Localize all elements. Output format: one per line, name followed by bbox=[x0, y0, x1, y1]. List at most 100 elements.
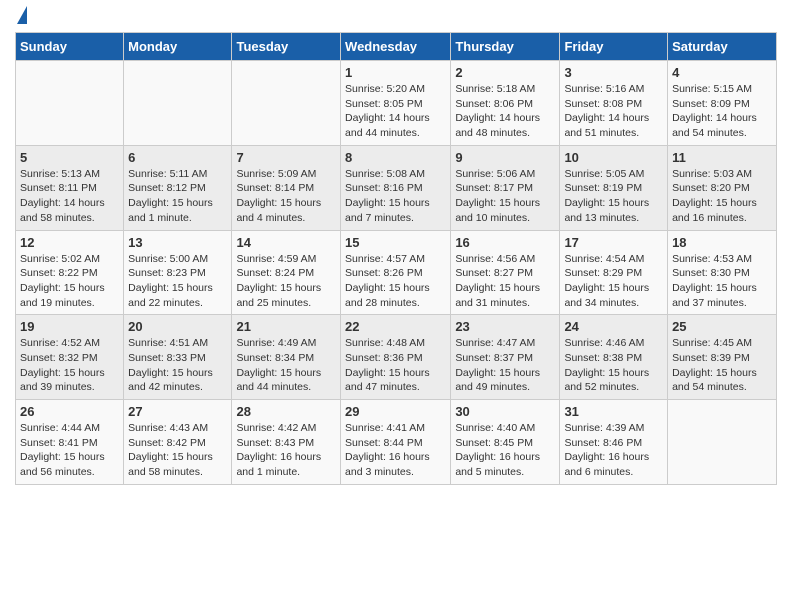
day-number: 18 bbox=[672, 235, 772, 250]
day-number: 25 bbox=[672, 319, 772, 334]
day-number: 28 bbox=[236, 404, 336, 419]
day-info: Sunrise: 5:09 AM Sunset: 8:14 PM Dayligh… bbox=[236, 167, 336, 226]
day-number: 31 bbox=[564, 404, 663, 419]
day-info: Sunrise: 5:02 AM Sunset: 8:22 PM Dayligh… bbox=[20, 252, 119, 311]
day-info: Sunrise: 5:11 AM Sunset: 8:12 PM Dayligh… bbox=[128, 167, 227, 226]
week-row-5: 26 Sunrise: 4:44 AM Sunset: 8:41 PM Dayli… bbox=[16, 400, 777, 485]
day-info: Sunrise: 4:46 AM Sunset: 8:38 PM Dayligh… bbox=[564, 336, 663, 395]
day-cell bbox=[232, 61, 341, 146]
day-cell bbox=[16, 61, 124, 146]
day-number: 9 bbox=[455, 150, 555, 165]
day-number: 29 bbox=[345, 404, 446, 419]
week-row-1: 1 Sunrise: 5:20 AM Sunset: 8:05 PM Daylig… bbox=[16, 61, 777, 146]
day-number: 22 bbox=[345, 319, 446, 334]
day-info: Sunrise: 5:13 AM Sunset: 8:11 PM Dayligh… bbox=[20, 167, 119, 226]
day-number: 6 bbox=[128, 150, 227, 165]
day-cell: 20 Sunrise: 4:51 AM Sunset: 8:33 PM Dayli… bbox=[124, 315, 232, 400]
column-header-monday: Monday bbox=[124, 33, 232, 61]
day-cell: 11 Sunrise: 5:03 AM Sunset: 8:20 PM Dayli… bbox=[668, 145, 777, 230]
day-number: 12 bbox=[20, 235, 119, 250]
day-info: Sunrise: 5:16 AM Sunset: 8:08 PM Dayligh… bbox=[564, 82, 663, 141]
day-number: 2 bbox=[455, 65, 555, 80]
day-number: 3 bbox=[564, 65, 663, 80]
day-info: Sunrise: 4:57 AM Sunset: 8:26 PM Dayligh… bbox=[345, 252, 446, 311]
day-info: Sunrise: 4:53 AM Sunset: 8:30 PM Dayligh… bbox=[672, 252, 772, 311]
column-header-wednesday: Wednesday bbox=[341, 33, 451, 61]
day-cell: 14 Sunrise: 4:59 AM Sunset: 8:24 PM Dayli… bbox=[232, 230, 341, 315]
day-info: Sunrise: 5:15 AM Sunset: 8:09 PM Dayligh… bbox=[672, 82, 772, 141]
day-cell: 21 Sunrise: 4:49 AM Sunset: 8:34 PM Dayli… bbox=[232, 315, 341, 400]
day-cell: 3 Sunrise: 5:16 AM Sunset: 8:08 PM Daylig… bbox=[560, 61, 668, 146]
day-number: 17 bbox=[564, 235, 663, 250]
day-info: Sunrise: 4:49 AM Sunset: 8:34 PM Dayligh… bbox=[236, 336, 336, 395]
day-number: 21 bbox=[236, 319, 336, 334]
day-number: 14 bbox=[236, 235, 336, 250]
day-cell bbox=[668, 400, 777, 485]
day-info: Sunrise: 4:41 AM Sunset: 8:44 PM Dayligh… bbox=[345, 421, 446, 480]
day-info: Sunrise: 4:45 AM Sunset: 8:39 PM Dayligh… bbox=[672, 336, 772, 395]
day-info: Sunrise: 4:59 AM Sunset: 8:24 PM Dayligh… bbox=[236, 252, 336, 311]
week-row-4: 19 Sunrise: 4:52 AM Sunset: 8:32 PM Dayli… bbox=[16, 315, 777, 400]
day-cell: 5 Sunrise: 5:13 AM Sunset: 8:11 PM Daylig… bbox=[16, 145, 124, 230]
day-cell: 16 Sunrise: 4:56 AM Sunset: 8:27 PM Dayli… bbox=[451, 230, 560, 315]
logo bbox=[15, 10, 27, 24]
day-cell: 27Sunrise: 4:43 AM Sunset: 8:42 PM Dayli… bbox=[124, 400, 232, 485]
logo-triangle-icon bbox=[17, 6, 27, 24]
day-cell: 4 Sunrise: 5:15 AM Sunset: 8:09 PM Daylig… bbox=[668, 61, 777, 146]
day-info: Sunrise: 4:44 AM Sunset: 8:41 PM Dayligh… bbox=[20, 421, 119, 480]
day-cell: 29 Sunrise: 4:41 AM Sunset: 8:44 PM Dayli… bbox=[341, 400, 451, 485]
day-cell: 7Sunrise: 5:09 AM Sunset: 8:14 PM Daylig… bbox=[232, 145, 341, 230]
day-info: Sunrise: 5:06 AM Sunset: 8:17 PM Dayligh… bbox=[455, 167, 555, 226]
day-number: 10 bbox=[564, 150, 663, 165]
header-row: SundayMondayTuesdayWednesdayThursdayFrid… bbox=[16, 33, 777, 61]
day-number: 4 bbox=[672, 65, 772, 80]
day-cell: 13 Sunrise: 5:00 AM Sunset: 8:23 PM Dayli… bbox=[124, 230, 232, 315]
day-info: Sunrise: 5:00 AM Sunset: 8:23 PM Dayligh… bbox=[128, 252, 227, 311]
day-info: Sunrise: 5:20 AM Sunset: 8:05 PM Dayligh… bbox=[345, 82, 446, 141]
day-number: 11 bbox=[672, 150, 772, 165]
column-header-sunday: Sunday bbox=[16, 33, 124, 61]
day-cell: 31 Sunrise: 4:39 AM Sunset: 8:46 PM Dayli… bbox=[560, 400, 668, 485]
week-row-2: 5 Sunrise: 5:13 AM Sunset: 8:11 PM Daylig… bbox=[16, 145, 777, 230]
day-number: 24 bbox=[564, 319, 663, 334]
day-cell: 30Sunrise: 4:40 AM Sunset: 8:45 PM Dayli… bbox=[451, 400, 560, 485]
day-info: Sunrise: 4:48 AM Sunset: 8:36 PM Dayligh… bbox=[345, 336, 446, 395]
day-number: 1 bbox=[345, 65, 446, 80]
day-number: 20 bbox=[128, 319, 227, 334]
day-number: 16 bbox=[455, 235, 555, 250]
day-cell: 15 Sunrise: 4:57 AM Sunset: 8:26 PM Dayli… bbox=[341, 230, 451, 315]
day-cell: 18 Sunrise: 4:53 AM Sunset: 8:30 PM Dayli… bbox=[668, 230, 777, 315]
day-number: 30 bbox=[455, 404, 555, 419]
day-cell: 12 Sunrise: 5:02 AM Sunset: 8:22 PM Dayli… bbox=[16, 230, 124, 315]
day-number: 15 bbox=[345, 235, 446, 250]
day-cell: 28 Sunrise: 4:42 AM Sunset: 8:43 PM Dayli… bbox=[232, 400, 341, 485]
column-header-friday: Friday bbox=[560, 33, 668, 61]
day-info: Sunrise: 4:42 AM Sunset: 8:43 PM Dayligh… bbox=[236, 421, 336, 480]
day-info: Sunrise: 5:03 AM Sunset: 8:20 PM Dayligh… bbox=[672, 167, 772, 226]
day-cell bbox=[124, 61, 232, 146]
day-info: Sunrise: 4:52 AM Sunset: 8:32 PM Dayligh… bbox=[20, 336, 119, 395]
day-cell: 10 Sunrise: 5:05 AM Sunset: 8:19 PM Dayli… bbox=[560, 145, 668, 230]
day-cell: 26 Sunrise: 4:44 AM Sunset: 8:41 PM Dayli… bbox=[16, 400, 124, 485]
day-info: Sunrise: 5:08 AM Sunset: 8:16 PM Dayligh… bbox=[345, 167, 446, 226]
day-number: 26 bbox=[20, 404, 119, 419]
day-info: Sunrise: 4:54 AM Sunset: 8:29 PM Dayligh… bbox=[564, 252, 663, 311]
day-cell: 2Sunrise: 5:18 AM Sunset: 8:06 PM Daylig… bbox=[451, 61, 560, 146]
day-info: Sunrise: 4:51 AM Sunset: 8:33 PM Dayligh… bbox=[128, 336, 227, 395]
day-info: Sunrise: 4:56 AM Sunset: 8:27 PM Dayligh… bbox=[455, 252, 555, 311]
day-info: Sunrise: 5:05 AM Sunset: 8:19 PM Dayligh… bbox=[564, 167, 663, 226]
day-cell: 25 Sunrise: 4:45 AM Sunset: 8:39 PM Dayli… bbox=[668, 315, 777, 400]
day-number: 19 bbox=[20, 319, 119, 334]
day-number: 5 bbox=[20, 150, 119, 165]
day-cell: 23Sunrise: 4:47 AM Sunset: 8:37 PM Dayli… bbox=[451, 315, 560, 400]
day-number: 27 bbox=[128, 404, 227, 419]
day-cell: 1 Sunrise: 5:20 AM Sunset: 8:05 PM Daylig… bbox=[341, 61, 451, 146]
day-cell: 24 Sunrise: 4:46 AM Sunset: 8:38 PM Dayli… bbox=[560, 315, 668, 400]
day-number: 13 bbox=[128, 235, 227, 250]
week-row-3: 12 Sunrise: 5:02 AM Sunset: 8:22 PM Dayli… bbox=[16, 230, 777, 315]
column-header-tuesday: Tuesday bbox=[232, 33, 341, 61]
day-cell: 19 Sunrise: 4:52 AM Sunset: 8:32 PM Dayli… bbox=[16, 315, 124, 400]
day-info: Sunrise: 4:39 AM Sunset: 8:46 PM Dayligh… bbox=[564, 421, 663, 480]
page-header bbox=[15, 10, 777, 24]
column-header-saturday: Saturday bbox=[668, 33, 777, 61]
